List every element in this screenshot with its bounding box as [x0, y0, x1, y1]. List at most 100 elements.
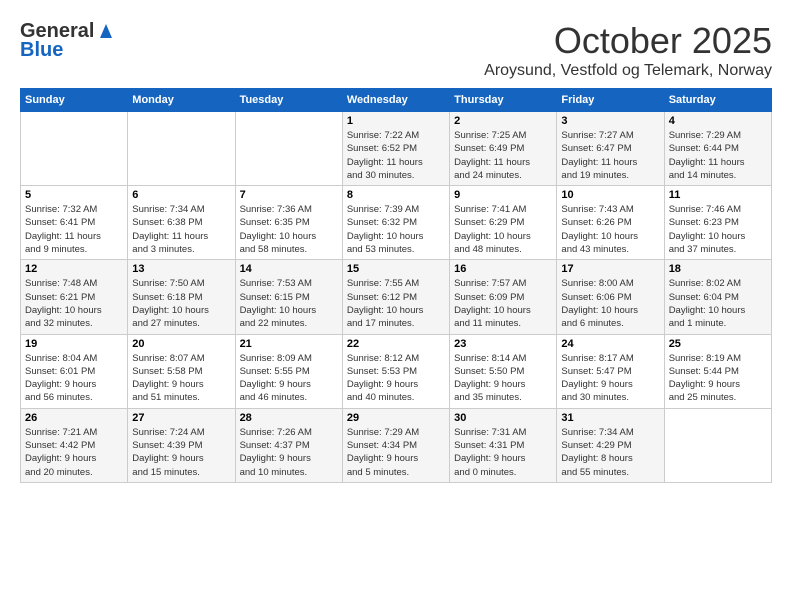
day-info: Sunrise: 7:43 AM Sunset: 6:26 PM Dayligh…: [561, 203, 659, 256]
day-info: Sunrise: 8:04 AM Sunset: 6:01 PM Dayligh…: [25, 352, 123, 405]
day-cell: 11Sunrise: 7:46 AM Sunset: 6:23 PM Dayli…: [664, 186, 771, 260]
day-number: 23: [454, 338, 552, 350]
day-info: Sunrise: 8:00 AM Sunset: 6:06 PM Dayligh…: [561, 277, 659, 330]
day-cell: 21Sunrise: 8:09 AM Sunset: 5:55 PM Dayli…: [235, 334, 342, 408]
day-cell: 2 Sunrise: 7:25 AM Sunset: 6:49 PM Daylig…: [450, 112, 557, 186]
header-sunday: Sunday: [21, 89, 128, 112]
day-cell: 12 Sunrise: 7:48 AM Sunset: 6:21 PM Dayli…: [21, 260, 128, 334]
day-cell: 25 Sunrise: 8:19 AM Sunset: 5:44 PM Dayli…: [664, 334, 771, 408]
header-monday: Monday: [128, 89, 235, 112]
day-number: 3: [561, 115, 659, 127]
day-number: 24: [561, 338, 659, 350]
day-info: Sunrise: 7:34 AM Sunset: 4:29 PM Dayligh…: [561, 426, 659, 479]
day-number: 26: [25, 412, 123, 424]
day-number: 20: [132, 338, 230, 350]
day-info: Sunrise: 7:39 AM Sunset: 6:32 PM Dayligh…: [347, 203, 445, 256]
month-title: October 2025: [484, 20, 772, 62]
day-info: Sunrise: 7:48 AM Sunset: 6:21 PM Dayligh…: [25, 277, 123, 330]
day-info: Sunrise: 7:55 AM Sunset: 6:12 PM Dayligh…: [347, 277, 445, 330]
day-cell: 5 Sunrise: 7:32 AM Sunset: 6:41 PM Daylig…: [21, 186, 128, 260]
day-cell: 29 Sunrise: 7:29 AM Sunset: 4:34 PM Dayli…: [342, 408, 449, 482]
day-cell: 6Sunrise: 7:34 AM Sunset: 6:38 PM Daylig…: [128, 186, 235, 260]
day-number: 31: [561, 412, 659, 424]
day-cell: [235, 112, 342, 186]
day-info: Sunrise: 7:26 AM Sunset: 4:37 PM Dayligh…: [240, 426, 338, 479]
week-row-1: 1Sunrise: 7:22 AM Sunset: 6:52 PM Daylig…: [21, 112, 772, 186]
day-number: 25: [669, 338, 767, 350]
logo-blue: Blue: [20, 39, 63, 62]
day-number: 28: [240, 412, 338, 424]
day-number: 10: [561, 189, 659, 201]
day-cell: 30 Sunrise: 7:31 AM Sunset: 4:31 PM Dayli…: [450, 408, 557, 482]
day-info: Sunrise: 8:14 AM Sunset: 5:50 PM Dayligh…: [454, 352, 552, 405]
day-number: 5: [25, 189, 123, 201]
day-info: Sunrise: 7:50 AM Sunset: 6:18 PM Dayligh…: [132, 277, 230, 330]
day-cell: 24Sunrise: 8:17 AM Sunset: 5:47 PM Dayli…: [557, 334, 664, 408]
day-cell: 26 Sunrise: 7:21 AM Sunset: 4:42 PM Dayli…: [21, 408, 128, 482]
day-number: 1: [347, 115, 445, 127]
day-cell: 22Sunrise: 8:12 AM Sunset: 5:53 PM Dayli…: [342, 334, 449, 408]
calendar: SundayMondayTuesdayWednesdayThursdayFrid…: [20, 88, 772, 483]
day-number: 12: [25, 263, 123, 275]
day-cell: 3 Sunrise: 7:27 AM Sunset: 6:47 PM Daylig…: [557, 112, 664, 186]
day-cell: 19 Sunrise: 8:04 AM Sunset: 6:01 PM Dayli…: [21, 334, 128, 408]
day-info: Sunrise: 7:29 AM Sunset: 4:34 PM Dayligh…: [347, 426, 445, 479]
header-saturday: Saturday: [664, 89, 771, 112]
day-cell: 31 Sunrise: 7:34 AM Sunset: 4:29 PM Dayli…: [557, 408, 664, 482]
day-number: 9: [454, 189, 552, 201]
day-info: Sunrise: 7:32 AM Sunset: 6:41 PM Dayligh…: [25, 203, 123, 256]
day-info: Sunrise: 7:25 AM Sunset: 6:49 PM Dayligh…: [454, 129, 552, 182]
day-number: 13: [132, 263, 230, 275]
header-wednesday: Wednesday: [342, 89, 449, 112]
day-info: Sunrise: 8:02 AM Sunset: 6:04 PM Dayligh…: [669, 277, 767, 330]
day-number: 4: [669, 115, 767, 127]
day-info: Sunrise: 8:12 AM Sunset: 5:53 PM Dayligh…: [347, 352, 445, 405]
day-info: Sunrise: 7:29 AM Sunset: 6:44 PM Dayligh…: [669, 129, 767, 182]
day-info: Sunrise: 8:07 AM Sunset: 5:58 PM Dayligh…: [132, 352, 230, 405]
day-cell: 9 Sunrise: 7:41 AM Sunset: 6:29 PM Daylig…: [450, 186, 557, 260]
day-cell: 10 Sunrise: 7:43 AM Sunset: 6:26 PM Dayli…: [557, 186, 664, 260]
day-number: 11: [669, 189, 767, 201]
day-cell: 4 Sunrise: 7:29 AM Sunset: 6:44 PM Daylig…: [664, 112, 771, 186]
day-cell: 15 Sunrise: 7:55 AM Sunset: 6:12 PM Dayli…: [342, 260, 449, 334]
header-row: SundayMondayTuesdayWednesdayThursdayFrid…: [21, 89, 772, 112]
day-number: 6: [132, 189, 230, 201]
day-number: 8: [347, 189, 445, 201]
day-number: 15: [347, 263, 445, 275]
day-number: 2: [454, 115, 552, 127]
week-row-5: 26 Sunrise: 7:21 AM Sunset: 4:42 PM Dayli…: [21, 408, 772, 482]
logo-icon: [96, 20, 116, 40]
day-info: Sunrise: 7:27 AM Sunset: 6:47 PM Dayligh…: [561, 129, 659, 182]
day-info: Sunrise: 8:19 AM Sunset: 5:44 PM Dayligh…: [669, 352, 767, 405]
day-number: 7: [240, 189, 338, 201]
logo: General Blue: [20, 20, 116, 62]
day-number: 29: [347, 412, 445, 424]
day-number: 30: [454, 412, 552, 424]
day-number: 14: [240, 263, 338, 275]
header-tuesday: Tuesday: [235, 89, 342, 112]
day-cell: 14 Sunrise: 7:53 AM Sunset: 6:15 PM Dayli…: [235, 260, 342, 334]
day-info: Sunrise: 7:24 AM Sunset: 4:39 PM Dayligh…: [132, 426, 230, 479]
day-info: Sunrise: 7:31 AM Sunset: 4:31 PM Dayligh…: [454, 426, 552, 479]
header-friday: Friday: [557, 89, 664, 112]
day-number: 21: [240, 338, 338, 350]
week-row-2: 5 Sunrise: 7:32 AM Sunset: 6:41 PM Daylig…: [21, 186, 772, 260]
day-cell: 28 Sunrise: 7:26 AM Sunset: 4:37 PM Dayli…: [235, 408, 342, 482]
title-area: October 2025 Aroysund, Vestfold og Telem…: [484, 20, 772, 80]
day-cell: 27 Sunrise: 7:24 AM Sunset: 4:39 PM Dayli…: [128, 408, 235, 482]
day-info: Sunrise: 7:21 AM Sunset: 4:42 PM Dayligh…: [25, 426, 123, 479]
day-number: 19: [25, 338, 123, 350]
day-cell: 23 Sunrise: 8:14 AM Sunset: 5:50 PM Dayli…: [450, 334, 557, 408]
day-cell: [664, 408, 771, 482]
day-number: 16: [454, 263, 552, 275]
day-cell: 8 Sunrise: 7:39 AM Sunset: 6:32 PM Daylig…: [342, 186, 449, 260]
day-cell: 7Sunrise: 7:36 AM Sunset: 6:35 PM Daylig…: [235, 186, 342, 260]
day-info: Sunrise: 7:41 AM Sunset: 6:29 PM Dayligh…: [454, 203, 552, 256]
day-cell: 16Sunrise: 7:57 AM Sunset: 6:09 PM Dayli…: [450, 260, 557, 334]
week-row-3: 12 Sunrise: 7:48 AM Sunset: 6:21 PM Dayli…: [21, 260, 772, 334]
day-info: Sunrise: 7:53 AM Sunset: 6:15 PM Dayligh…: [240, 277, 338, 330]
day-number: 18: [669, 263, 767, 275]
day-number: 17: [561, 263, 659, 275]
header: General Blue October 2025 Aroysund, Vest…: [20, 20, 772, 80]
day-number: 27: [132, 412, 230, 424]
